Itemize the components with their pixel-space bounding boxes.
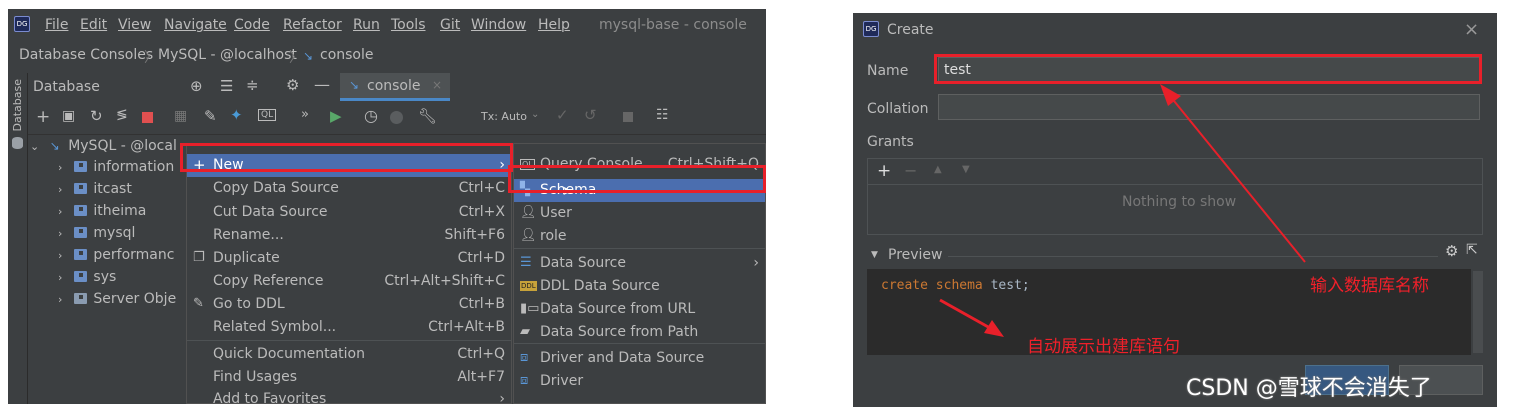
arrow-head [1160, 84, 1181, 106]
arrow-line [939, 298, 991, 330]
arrow-line [1169, 95, 1306, 263]
annotation-arrows [939, 84, 1306, 337]
arrow-head [984, 320, 1004, 337]
annotation-name-hint: 输入数据库名称 [1310, 276, 1429, 296]
watermark: CSDN @雪球不会消失了 [1186, 376, 1432, 401]
annotation-preview-hint: 自动展示出建库语句 [1027, 337, 1180, 357]
